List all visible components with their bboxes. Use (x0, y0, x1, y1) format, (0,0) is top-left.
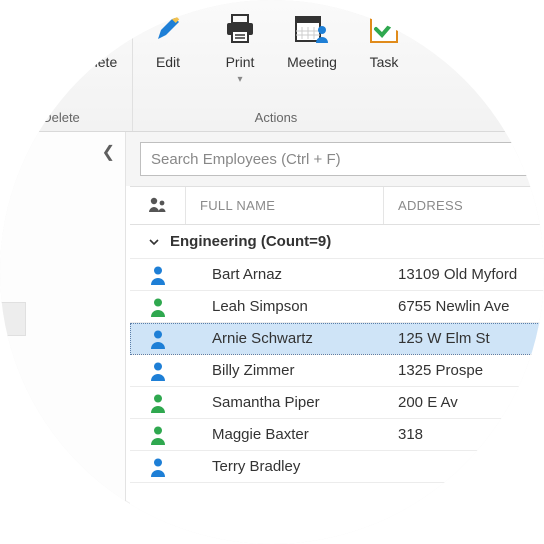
printer-icon (223, 10, 257, 48)
column-header-icon[interactable] (130, 187, 186, 224)
table-row[interactable]: Leah Simpson6755 Newlin Ave (130, 291, 544, 323)
content-panel: FULL NAME ADDRESS Engineering (Count=9) … (126, 132, 544, 544)
row-address: 318 (384, 426, 544, 443)
x-red-icon (80, 10, 114, 48)
person-icon (130, 425, 186, 445)
row-name: Arnie Schwartz (186, 330, 384, 347)
collapse-panel-icon[interactable]: ❮ (102, 142, 115, 162)
row-name: Billy Zimmer (186, 362, 384, 379)
row-name: Maggie Baxter (186, 426, 384, 443)
print-label: Print (226, 54, 255, 70)
ribbon-group-actions: Edit Print ▾ Meeting Task Actions (133, 0, 419, 131)
row-address: 6755 Newlin Ave (384, 298, 544, 315)
row-name: Leah Simpson (186, 298, 384, 315)
delete-button[interactable]: Delete (72, 10, 122, 106)
edit-button[interactable]: Edit (143, 10, 193, 106)
ribbon: ems Delete Delete Edit Print ▾ Meeting Task Acti… (0, 0, 544, 132)
nav-tab-stub[interactable] (0, 302, 26, 336)
person-icon (130, 457, 186, 477)
table-row[interactable]: Terry Bradley (130, 451, 544, 483)
row-address: 13109 Old Myford (384, 266, 544, 283)
items-label: ems (12, 54, 38, 70)
table-row[interactable]: Samantha Piper200 E Av (130, 387, 544, 419)
ribbon-group-delete: ems Delete Delete (0, 0, 133, 131)
row-name: Bart Arnaz (186, 266, 384, 283)
person-icon (130, 361, 186, 381)
group-label: Engineering (Count=9) (170, 233, 331, 250)
task-button[interactable]: Task (359, 10, 409, 106)
person-icon (130, 265, 186, 285)
chevron-down-icon (148, 236, 160, 248)
search-input[interactable] (140, 142, 544, 176)
task-label: Task (370, 54, 399, 70)
meeting-label: Meeting (287, 54, 337, 70)
table-row[interactable]: Arnie Schwartz125 W Elm St (130, 323, 544, 355)
row-address: 125 W Elm St (384, 330, 544, 347)
ribbon-group-label: Actions (255, 106, 298, 131)
items-button[interactable]: ems (0, 10, 50, 106)
calendar-person-icon (294, 10, 330, 48)
dropdown-caret-icon: ▾ (237, 74, 242, 85)
row-address: 1325 Prospe (384, 362, 544, 379)
row-address: 200 E Av (384, 394, 544, 411)
table-row[interactable]: Maggie Baxter318 (130, 419, 544, 451)
edit-label: Edit (156, 54, 180, 70)
person-icon (130, 329, 186, 349)
delete-label: Delete (77, 54, 117, 70)
nav-panel: ❮ (0, 132, 126, 544)
employee-grid: FULL NAME ADDRESS Engineering (Count=9) … (130, 186, 544, 544)
column-header-name[interactable]: FULL NAME (186, 187, 384, 224)
print-button[interactable]: Print ▾ (215, 10, 265, 106)
column-header-address[interactable]: ADDRESS (384, 187, 544, 224)
pencil-icon (152, 10, 184, 48)
row-name: Samantha Piper (186, 394, 384, 411)
group-row-engineering[interactable]: Engineering (Count=9) (130, 225, 544, 259)
person-icon (130, 393, 186, 413)
ribbon-group-label: Delete (42, 106, 80, 131)
table-row[interactable]: Bart Arnaz13109 Old Myford (130, 259, 544, 291)
table-row[interactable]: Billy Zimmer1325 Prospe (130, 355, 544, 387)
items-icon (20, 10, 30, 48)
column-header-row: FULL NAME ADDRESS (130, 187, 544, 225)
meeting-button[interactable]: Meeting (287, 10, 337, 106)
task-check-icon (368, 10, 400, 48)
person-icon (130, 297, 186, 317)
row-name: Terry Bradley (186, 458, 384, 475)
